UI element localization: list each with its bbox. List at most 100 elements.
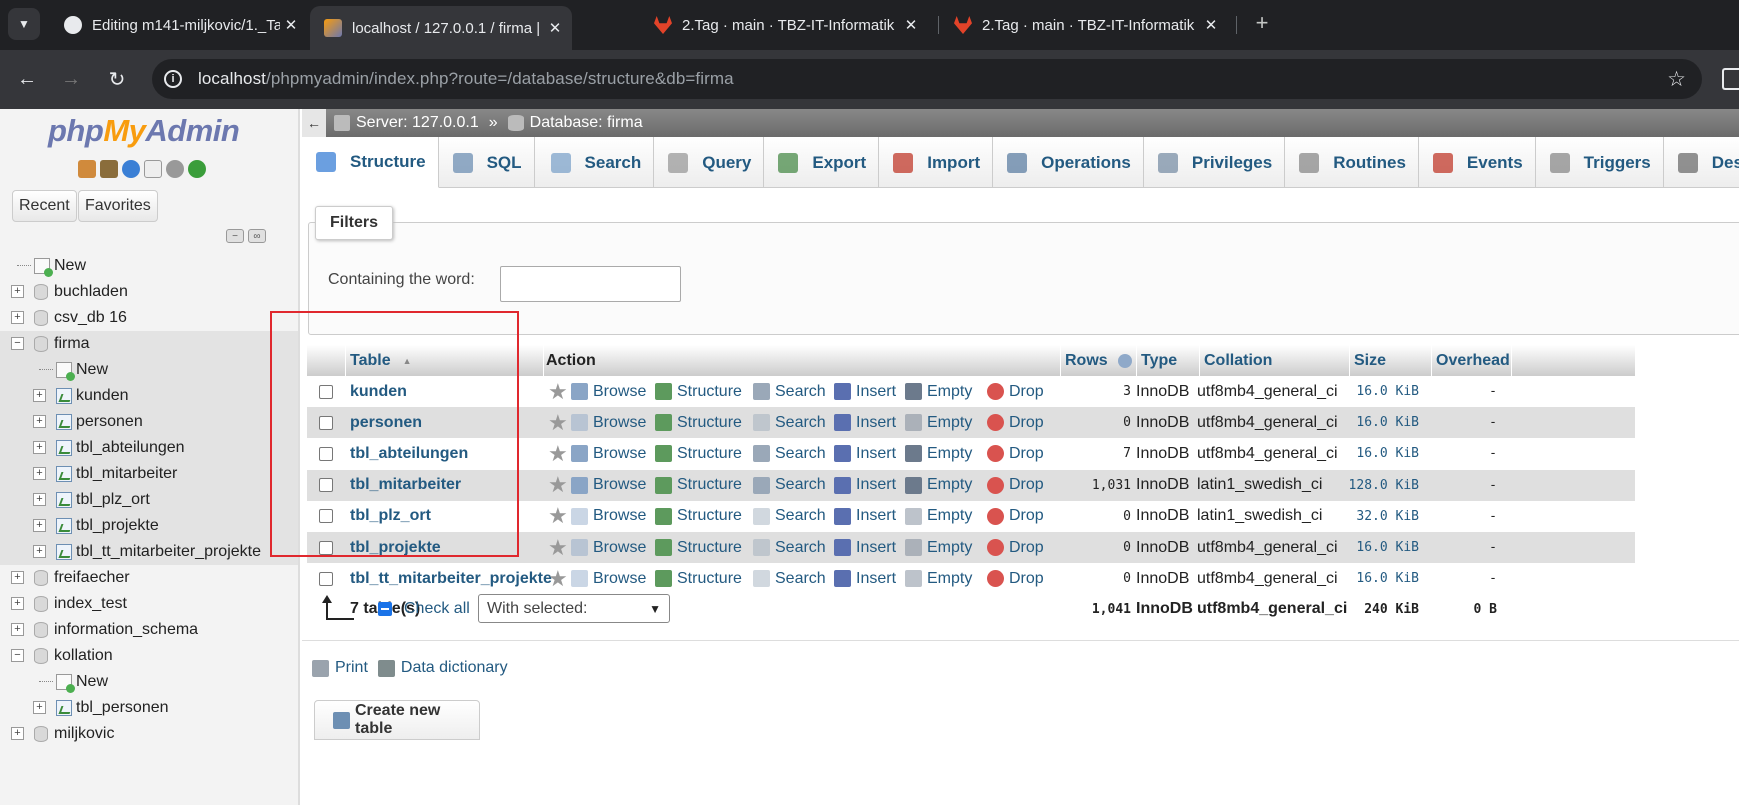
forward-button[interactable]: →: [56, 64, 86, 94]
tab-structure[interactable]: Structure: [302, 137, 439, 188]
browser-tab[interactable]: 2.Tag · main · TBZ-IT-Informatik ✕: [940, 8, 1228, 42]
logout-icon[interactable]: [100, 160, 118, 178]
favorite-star[interactable]: ★: [548, 563, 568, 594]
collapse-icon[interactable]: −: [11, 337, 24, 350]
tree-item-label[interactable]: index_test: [54, 595, 127, 613]
tree-item-db[interactable]: + miljkovic: [0, 721, 298, 747]
table-size[interactable]: 32.0 KiB: [1337, 501, 1419, 532]
tree-item-table[interactable]: + tbl_plz_ort: [0, 487, 298, 513]
action-empty[interactable]: Empty: [905, 563, 972, 594]
tree-item-label[interactable]: firma: [54, 335, 90, 353]
tree-item-label[interactable]: New: [54, 257, 86, 275]
collapse-all-icon[interactable]: −: [226, 229, 244, 243]
action-insert[interactable]: Insert: [834, 376, 896, 407]
expand-icon[interactable]: +: [33, 389, 46, 402]
expand-icon[interactable]: +: [33, 415, 46, 428]
star-icon[interactable]: ★: [548, 410, 568, 436]
tree-item-table[interactable]: + kunden: [0, 383, 298, 409]
star-icon[interactable]: ★: [548, 441, 568, 467]
action-structure[interactable]: Structure: [655, 532, 742, 563]
action-search[interactable]: Search: [753, 501, 826, 532]
action-drop[interactable]: Drop: [987, 407, 1044, 438]
tree-item-db[interactable]: + information_schema: [0, 617, 298, 643]
tab-triggers[interactable]: Triggers: [1536, 137, 1664, 188]
reload-button[interactable]: ↻: [102, 64, 132, 94]
tree-item-db[interactable]: − kollation: [0, 643, 298, 669]
tree-item-label[interactable]: New: [76, 673, 108, 691]
row-checkbox[interactable]: [319, 415, 333, 430]
breadcrumb-database[interactable]: Database: firma: [530, 114, 643, 132]
table-name-link[interactable]: tbl_abteilungen: [350, 438, 540, 469]
action-structure[interactable]: Structure: [655, 438, 742, 469]
star-icon[interactable]: ★: [548, 566, 568, 592]
create-table-tab[interactable]: Create new table: [314, 700, 480, 740]
tree-item-label[interactable]: csv_db 16: [54, 309, 127, 327]
tree-item-new[interactable]: New: [0, 357, 298, 383]
action-search[interactable]: Search: [753, 438, 826, 469]
action-empty[interactable]: Empty: [905, 532, 972, 563]
close-icon[interactable]: ✕: [544, 19, 566, 37]
expand-icon[interactable]: +: [11, 597, 24, 610]
expand-icon[interactable]: +: [33, 493, 46, 506]
action-structure[interactable]: Structure: [655, 563, 742, 594]
close-icon[interactable]: ✕: [900, 16, 922, 34]
help-icon[interactable]: [1117, 353, 1132, 368]
with-selected-dropdown[interactable]: With selected: ▼: [478, 594, 670, 623]
row-checkbox[interactable]: [319, 540, 333, 555]
action-empty[interactable]: Empty: [905, 407, 972, 438]
tab-routines[interactable]: Routines: [1285, 137, 1419, 188]
tree-item-table[interactable]: + tbl_personen: [0, 695, 298, 721]
tree-item-label[interactable]: freifaecher: [54, 569, 130, 587]
action-drop[interactable]: Drop: [987, 501, 1044, 532]
action-browse[interactable]: Browse: [571, 470, 646, 501]
star-icon[interactable]: ★: [548, 472, 568, 498]
favorite-star[interactable]: ★: [548, 501, 568, 532]
tree-item-label[interactable]: personen: [76, 413, 143, 431]
new-tab-button[interactable]: +: [1248, 10, 1276, 36]
address-bar[interactable]: i localhost/phpmyadmin/index.php?route=/…: [152, 59, 1702, 99]
extensions-icon[interactable]: [1722, 68, 1739, 90]
action-insert[interactable]: Insert: [834, 501, 896, 532]
header-overhead[interactable]: Overhead: [1432, 345, 1512, 376]
action-drop[interactable]: Drop: [987, 563, 1044, 594]
action-drop[interactable]: Drop: [987, 438, 1044, 469]
table-name-link[interactable]: tbl_plz_ort: [350, 501, 540, 532]
action-search[interactable]: Search: [753, 376, 826, 407]
action-browse[interactable]: Browse: [571, 501, 646, 532]
action-insert[interactable]: Insert: [834, 470, 896, 501]
action-empty[interactable]: Empty: [905, 438, 972, 469]
docs-icon[interactable]: [144, 160, 162, 178]
action-search[interactable]: Search: [753, 407, 826, 438]
tree-item-label[interactable]: tbl_projekte: [76, 517, 159, 535]
recent-button[interactable]: Recent: [12, 190, 77, 222]
star-icon[interactable]: ★: [548, 503, 568, 529]
tree-item-table[interactable]: + personen: [0, 409, 298, 435]
action-structure[interactable]: Structure: [655, 407, 742, 438]
expand-icon[interactable]: +: [11, 727, 24, 740]
phpmyadmin-logo[interactable]: phpMyAdmin: [48, 113, 240, 149]
tree-item-label[interactable]: miljkovic: [54, 725, 114, 743]
tree-item-table[interactable]: + tbl_abteilungen: [0, 435, 298, 461]
table-name[interactable]: tbl_mitarbeiter: [350, 476, 461, 494]
browser-tab[interactable]: 2.Tag · main · TBZ-IT-Informatik ✕: [640, 8, 928, 42]
action-drop[interactable]: Drop: [987, 470, 1044, 501]
link-with-main-icon[interactable]: ∞: [248, 229, 266, 243]
tab-search-button[interactable]: ▼: [8, 8, 40, 40]
expand-icon[interactable]: +: [33, 467, 46, 480]
collapse-icon[interactable]: −: [11, 649, 24, 662]
action-search[interactable]: Search: [753, 563, 826, 594]
print-link[interactable]: Print: [312, 659, 368, 677]
tree-item-table[interactable]: + tbl_tt_mitarbeiter_projekte: [0, 539, 298, 565]
check-all-label[interactable]: Check all: [404, 600, 470, 618]
table-name[interactable]: personen: [350, 414, 422, 432]
expand-icon[interactable]: +: [11, 623, 24, 636]
table-name-link[interactable]: tbl_mitarbeiter: [350, 470, 540, 501]
check-all-checkbox[interactable]: [378, 602, 392, 616]
row-checkbox[interactable]: [319, 384, 333, 399]
action-structure[interactable]: Structure: [655, 470, 742, 501]
tab-search[interactable]: Search: [535, 137, 655, 188]
expand-icon[interactable]: +: [33, 701, 46, 714]
tree-item-label[interactable]: information_schema: [54, 621, 198, 639]
expand-icon[interactable]: +: [11, 311, 24, 324]
tab-import[interactable]: Import: [879, 137, 994, 188]
